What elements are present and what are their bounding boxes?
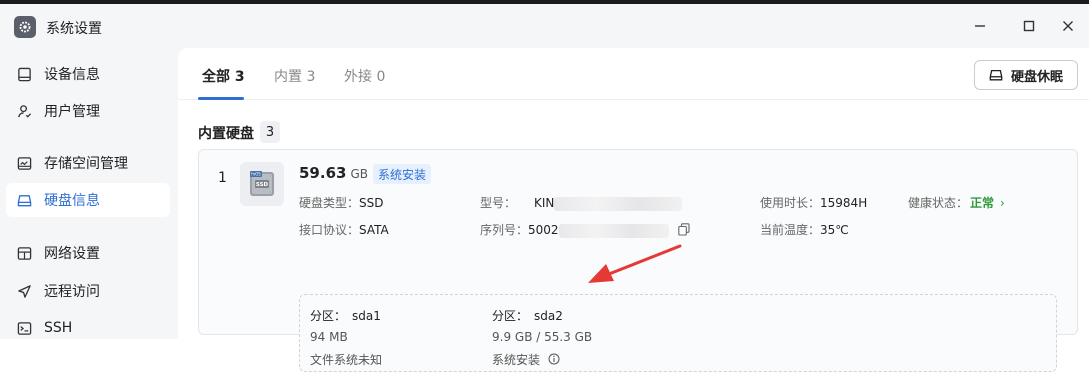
close-icon	[1063, 21, 1073, 31]
maximize-button[interactable]	[1015, 14, 1043, 38]
info-icon[interactable]	[548, 353, 560, 368]
sidebar-item-label: 网络设置	[44, 246, 100, 262]
sidebar-item-network[interactable]: 网络设置	[6, 236, 170, 270]
svg-text:fnOS: fnOS	[251, 172, 261, 177]
partition-sda1-header: 分区： sda1	[310, 309, 381, 323]
storage-icon	[16, 155, 32, 171]
partition-sda1-size: 94 MB	[310, 330, 348, 344]
partition-sda2-note: 系统安装	[492, 351, 560, 368]
active-tab-indicator	[198, 97, 244, 100]
sidebar-item-device-info[interactable]: 设备信息	[6, 57, 170, 91]
network-icon	[16, 245, 32, 261]
minimize-button[interactable]	[966, 14, 994, 38]
maximize-icon	[1023, 20, 1035, 32]
disk-icon	[16, 192, 32, 208]
disk-sleep-label: 硬盘休眠	[1010, 69, 1063, 85]
redacted-serial	[558, 223, 669, 238]
redacted-model	[554, 196, 683, 211]
remote-icon	[16, 283, 32, 299]
close-button[interactable]	[1054, 14, 1082, 38]
disk-capacity: 59.63 GB	[299, 164, 368, 182]
ssd-drive-icon: fnOS SSD	[240, 162, 284, 206]
ssh-icon	[16, 320, 32, 336]
partition-sda1-note: 文件系统未知	[310, 353, 383, 367]
partition-sda2-header: 分区： sda2	[492, 309, 563, 323]
sidebar-item-user-management[interactable]: 用户管理	[6, 94, 170, 128]
disk-type: 硬盘类型：SSD	[299, 196, 384, 210]
sidebar-item-label: 用户管理	[44, 104, 100, 120]
svg-text:SSD: SSD	[256, 182, 269, 188]
settings-window: 系统设置 设备信息 用户管理 存储空间管理 硬盘信息 网络设置 远程访问 SSH…	[0, 0, 1089, 372]
disk-uptime: 使用时长：15984H	[760, 196, 868, 210]
partition-sda2-size: 9.9 GB / 55.3 GB	[492, 330, 593, 344]
gear-icon	[14, 16, 36, 38]
sidebar-item-label: 硬盘信息	[44, 193, 100, 209]
sidebar-item-remote-access[interactable]: 远程访问	[6, 274, 170, 308]
disk-sleep-icon	[989, 68, 1003, 82]
sidebar-item-label: SSH	[44, 320, 73, 336]
sidebar-item-label: 存储空间管理	[44, 156, 128, 172]
sidebar-item-label: 远程访问	[44, 284, 100, 300]
disk-temperature: 当前温度：35℃	[760, 223, 849, 237]
tab-internal[interactable]: 内置 3	[274, 66, 315, 86]
tab-bar: 全部 3 内置 3 外接 0 硬盘休眠	[178, 48, 1089, 100]
sidebar-item-disk-info[interactable]: 硬盘信息	[6, 183, 170, 217]
tab-all[interactable]: 全部 3	[202, 66, 245, 86]
sidebar-item-ssh[interactable]: SSH	[6, 311, 170, 345]
disk-serial: 序列号：5002	[480, 221, 690, 239]
title-bar: 系统设置	[0, 4, 1089, 48]
disk-card[interactable]: 1 fnOS SSD 59.63 GB 系统安装 硬盘类型：SSD 接口协议：SA…	[198, 149, 1078, 372]
device-icon	[16, 66, 32, 82]
sidebar-item-label: 设备信息	[44, 67, 100, 83]
section-count-badge: 3	[260, 121, 280, 143]
section-title: 内置硬盘	[198, 126, 254, 142]
disk-sleep-button[interactable]: 硬盘休眠	[974, 60, 1078, 90]
tab-external[interactable]: 外接 0	[344, 66, 385, 86]
chevron-right-icon: ›	[1000, 196, 1005, 210]
window-title: 系统设置	[46, 21, 102, 37]
disk-index: 1	[218, 170, 227, 186]
system-install-badge: 系统安装	[373, 164, 432, 184]
disk-interface: 接口协议：SATA	[299, 223, 389, 237]
user-icon	[16, 103, 32, 119]
health-status[interactable]: 健康状态： 正常 ›	[908, 194, 1005, 211]
sidebar-item-storage[interactable]: 存储空间管理	[6, 146, 170, 180]
health-value: 正常	[970, 196, 995, 210]
sidebar: 设备信息 用户管理 存储空间管理 硬盘信息 网络设置 远程访问 SSH	[0, 48, 178, 339]
partition-box: 分区： sda1 94 MB 文件系统未知 分区： sda2 9.9 GB / 55…	[299, 294, 1057, 372]
disk-model: 型号： KIN	[480, 194, 683, 211]
minimize-icon	[975, 25, 985, 27]
main-panel: 全部 3 内置 3 外接 0 硬盘休眠 内置硬盘 3 1 fnOS SSD 59…	[178, 48, 1089, 372]
copy-icon[interactable]	[678, 222, 690, 239]
